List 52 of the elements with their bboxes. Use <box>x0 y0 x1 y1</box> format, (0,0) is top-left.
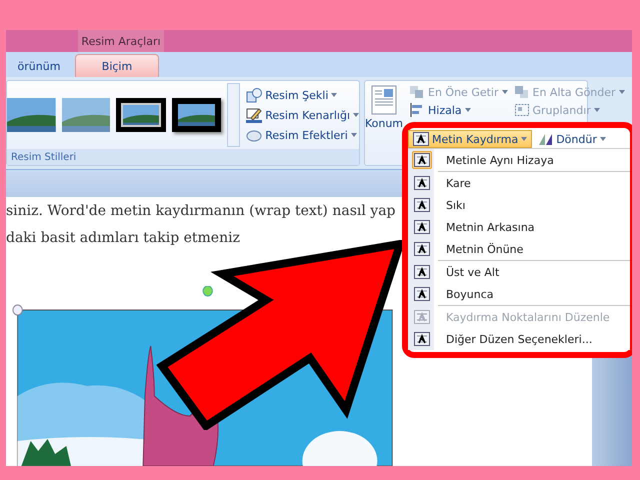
wrap-icon <box>414 265 430 279</box>
menu-item[interactable]: Metnin Önüne <box>408 238 630 260</box>
menu-item[interactable]: Üst ve Alt <box>408 261 630 283</box>
bring-forward-icon <box>409 85 425 99</box>
ribbon-command[interactable]: Resim Şekli <box>246 87 359 103</box>
caret-icon <box>353 113 359 117</box>
ribbon-command[interactable]: Hizala <box>409 103 508 117</box>
wrap-icon <box>414 242 430 256</box>
position-button[interactable]: Konum <box>365 85 403 130</box>
group-icon <box>514 103 530 117</box>
caret-icon <box>618 90 625 94</box>
caret-icon <box>464 108 471 112</box>
wrap-icon <box>414 287 430 301</box>
wrap-icon <box>414 310 430 324</box>
menu-item[interactable]: Metinle Aynı Hizaya <box>408 149 630 171</box>
shapes-icon <box>246 87 262 103</box>
ribbon-tab[interactable]: Biçim <box>75 54 159 77</box>
wrap-icon <box>414 153 430 167</box>
ribbon-tab[interactable]: örünüm <box>6 54 72 77</box>
picture-style-thumbnail[interactable] <box>7 98 56 132</box>
group-title: Resim Stilleri <box>7 149 359 165</box>
document-text-line: daki basit adımları takip etmeniz <box>6 230 240 248</box>
rotate-button[interactable]: Döndür <box>532 130 611 148</box>
page-layout-icon <box>371 85 397 115</box>
wrap-icon <box>414 176 430 190</box>
wrap-icon <box>414 220 430 234</box>
send-backward-icon <box>514 85 530 99</box>
wrap-icon <box>414 198 430 212</box>
caret-icon <box>331 93 338 97</box>
menu-item[interactable]: Kare <box>408 172 630 194</box>
ribbon-command[interactable]: Resim Efektleri <box>246 127 359 143</box>
caret-icon <box>350 133 357 137</box>
caret-icon <box>521 137 528 141</box>
ribbon-command[interactable]: Resim Kenarlığı <box>246 107 359 123</box>
menu-item[interactable]: Sıkı <box>408 194 630 216</box>
picture-style-thumbnail[interactable] <box>172 98 222 132</box>
caret-icon <box>594 108 600 112</box>
rotate-icon <box>537 132 554 146</box>
picture-style-thumbnail[interactable] <box>116 98 166 132</box>
menu-item[interactable]: Diğer Düzen Seçenekleri... <box>408 328 630 350</box>
picture-style-thumbnail[interactable] <box>62 98 110 132</box>
wrap-icon <box>414 332 430 346</box>
menu-item[interactable]: Metnin Arkasına <box>408 216 630 238</box>
contextual-tab-title: Resim Araçları <box>78 30 164 52</box>
wrap-icon <box>413 132 429 146</box>
wrap-text-button[interactable]: Metin Kaydırma <box>408 130 532 148</box>
document-text-line: siniz. Word'de metin kaydırmanın (wrap text) nasıl yap <box>6 203 396 221</box>
pencil-border-icon <box>246 107 262 123</box>
align-icon <box>409 103 425 117</box>
menu-item[interactable]: Boyunca <box>408 283 630 305</box>
caret-icon <box>502 90 508 94</box>
caret-icon <box>600 137 606 141</box>
